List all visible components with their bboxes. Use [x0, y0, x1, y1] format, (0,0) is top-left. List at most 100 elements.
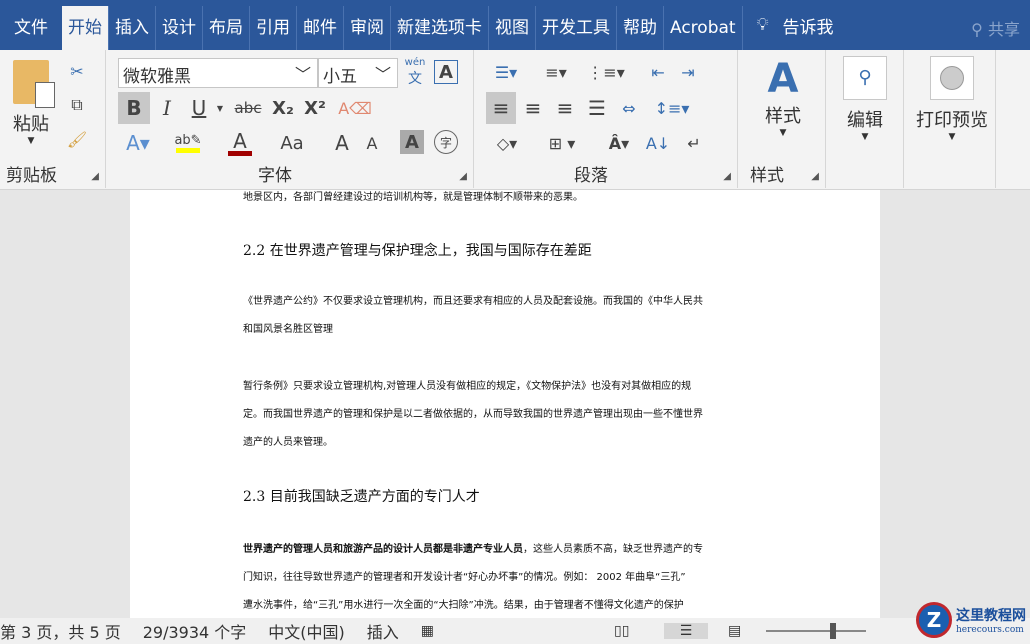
text-effects-button[interactable]: A▾ — [118, 128, 158, 158]
zoom-thumb[interactable] — [830, 623, 836, 639]
body-text-line: 门知识，往往导致世界遗产的管理者和开发设计者“好心办坏事”的情况。例如： 200… — [243, 572, 686, 583]
shading-button[interactable]: ◇▾ — [484, 128, 530, 158]
highlight-color-button[interactable]: ab✎ — [166, 128, 210, 158]
tab-new-tab[interactable]: 新建选项卡 — [391, 6, 489, 50]
document-area[interactable]: 地景区内，各部门曾经建设过的培训机构等，就是管理体制不顺带来的恶果。 2.2 在… — [0, 190, 1030, 618]
print-layout-icon[interactable]: ☰ — [664, 623, 708, 639]
chevron-down-icon: ▼ — [27, 136, 35, 146]
tell-me[interactable]: 💡︎ 告诉我 — [743, 13, 834, 38]
body-text-line: 定。而我国世界遗产的管理和保护是以二者做依据的，从而导致我国的世界遗产管理出现由… — [243, 409, 703, 420]
dialog-launcher-icon[interactable]: ◢ — [459, 171, 467, 182]
tab-insert[interactable]: 插入 — [109, 6, 156, 50]
italic-button[interactable]: I — [152, 92, 182, 124]
highlight-color-swatch — [176, 148, 200, 153]
font-size-value: 小五 — [323, 67, 357, 87]
font-color-button[interactable]: A — [218, 128, 262, 158]
chevron-down-icon: ﹀ — [374, 65, 391, 84]
distributed-button[interactable]: ⇔ — [614, 92, 644, 124]
multilevel-list-button[interactable]: ⋮≡▾ — [584, 58, 628, 86]
language[interactable]: 中文(中国) — [268, 619, 345, 643]
shrink-font-button[interactable]: A — [358, 128, 386, 158]
tab-help[interactable]: 帮助 — [617, 6, 664, 50]
sort-button[interactable]: A↓ — [644, 128, 672, 158]
word-count[interactable]: 29/3934 个字 — [143, 619, 247, 643]
clipboard-group: 粘贴 ▼ ✂ ⧉ 🖌︎ 剪贴板 ◢ — [0, 50, 106, 188]
font-name-value: 微软雅黑 — [123, 67, 191, 87]
font-color-swatch — [228, 150, 252, 156]
chevron-down-icon: ▼ — [861, 132, 869, 142]
body-text-line: 暂行条例》只要求设立管理机构,对管理人员没有做相应的规定，《文物保护法》也没有对… — [243, 381, 692, 392]
decrease-indent-button[interactable]: ⇤ — [644, 58, 672, 86]
paragraph-group-label: 段落 — [574, 166, 608, 186]
format-painter-icon[interactable]: 🖌︎ — [64, 126, 90, 152]
document-page[interactable]: 地景区内，各部门曾经建设过的培训机构等，就是管理体制不顺带来的恶果。 2.2 在… — [130, 190, 880, 618]
font-group: 微软雅黑 ﹀ 小五 ﹀ wén 文 A B I U ▼ abc X₂ X² A⌫ A▾… — [106, 50, 474, 188]
watermark-logo: Z 这里教程网 herecours.com — [916, 602, 1026, 638]
font-group-label: 字体 — [258, 166, 292, 186]
dialog-launcher-icon[interactable]: ◢ — [723, 171, 731, 182]
styles-button-label: 样式 — [765, 106, 801, 127]
read-mode-icon[interactable]: ▯▯ — [614, 623, 629, 639]
tab-design[interactable]: 设计 — [156, 6, 203, 50]
justify-button[interactable]: ☰ — [582, 92, 612, 124]
tab-file[interactable]: 文件 — [0, 6, 62, 50]
paste-button[interactable]: 粘贴 ▼ — [8, 60, 55, 146]
font-size-select[interactable]: 小五 ﹀ — [318, 58, 398, 88]
chevron-down-icon[interactable]: ▼ — [214, 92, 226, 124]
enclose-characters-button[interactable]: 字 — [434, 130, 458, 154]
superscript-button[interactable]: X² — [300, 92, 330, 124]
share-label: 共享 — [987, 20, 1020, 39]
tab-acrobat[interactable]: Acrobat — [664, 6, 743, 50]
watermark-url: herecours.com — [956, 625, 1024, 635]
share-button[interactable]: ⚲ 共享 — [971, 16, 1020, 40]
styles-button[interactable]: A 样式 ▼ — [752, 56, 814, 138]
tab-home[interactable]: 开始 — [62, 6, 109, 50]
align-right-button[interactable]: ≡ — [550, 92, 580, 124]
web-layout-icon[interactable]: ▤ — [728, 623, 741, 639]
text-direction-button[interactable]: Â▾ — [596, 128, 642, 158]
tab-view[interactable]: 视图 — [489, 6, 536, 50]
page-count[interactable]: 第 3 页，共 5 页 — [0, 619, 121, 643]
increase-indent-button[interactable]: ⇥ — [674, 58, 702, 86]
numbering-button[interactable]: ≡▾ — [534, 58, 578, 86]
styles-group: A 样式 ▼ 样式 ◢ — [738, 50, 826, 188]
lightbulb-icon: 💡︎ — [756, 15, 769, 35]
align-left-button[interactable]: ≡ — [486, 92, 516, 124]
phonetic-guide-button[interactable]: wén 文 — [402, 56, 428, 88]
print-preview-button[interactable]: 打印预览 ▼ — [910, 56, 994, 142]
ribbon: 粘贴 ▼ ✂ ⧉ 🖌︎ 剪贴板 ◢ 微软雅黑 ﹀ 小五 ﹀ wén 文 A B I U… — [0, 50, 1030, 190]
body-text-line: 和国风景名胜区管理 — [243, 324, 333, 335]
copy-icon[interactable]: ⧉ — [64, 92, 90, 118]
dialog-launcher-icon[interactable]: ◢ — [811, 171, 819, 182]
strikethrough-button[interactable]: abc — [230, 92, 266, 124]
insert-mode[interactable]: 插入 — [367, 619, 399, 643]
show-marks-button[interactable]: ↵ — [680, 128, 708, 158]
dialog-launcher-icon[interactable]: ◢ — [91, 171, 99, 182]
font-name-select[interactable]: 微软雅黑 ﹀ — [118, 58, 318, 88]
macro-record-icon[interactable]: ▦ — [421, 623, 434, 639]
tab-developer[interactable]: 开发工具 — [536, 6, 617, 50]
bold-text: 世界遗产的管理人员和旅游产品的设计人员都是非遗产专业人员 — [243, 544, 523, 555]
chevron-down-icon: ▼ — [779, 128, 787, 138]
borders-button[interactable]: ⊞ ▾ — [534, 128, 590, 158]
editing-button[interactable]: ⚲ 编辑 ▼ — [834, 56, 896, 142]
cut-icon[interactable]: ✂ — [64, 58, 90, 84]
underline-button[interactable]: U — [184, 92, 214, 124]
character-shading-button[interactable]: A — [400, 130, 424, 154]
character-border-button[interactable]: A — [434, 60, 458, 84]
align-center-button[interactable]: ≡ — [518, 92, 548, 124]
bullets-button[interactable]: ☰▾ — [484, 58, 528, 86]
tab-layout[interactable]: 布局 — [203, 6, 250, 50]
clear-formatting-icon[interactable]: A⌫ — [338, 92, 372, 124]
tab-review[interactable]: 审阅 — [344, 6, 391, 50]
tab-mailings[interactable]: 邮件 — [297, 6, 344, 50]
subscript-button[interactable]: X₂ — [268, 92, 298, 124]
line-spacing-button[interactable]: ↕≡▾ — [650, 92, 694, 124]
paste-label: 粘贴 — [13, 114, 49, 135]
tab-references[interactable]: 引用 — [250, 6, 297, 50]
bold-button[interactable]: B — [118, 92, 150, 124]
grow-font-button[interactable]: A — [328, 128, 356, 158]
zoom-slider[interactable] — [766, 623, 866, 639]
change-case-button[interactable]: Aa — [270, 128, 314, 158]
chevron-down-icon: ▼ — [948, 132, 956, 142]
